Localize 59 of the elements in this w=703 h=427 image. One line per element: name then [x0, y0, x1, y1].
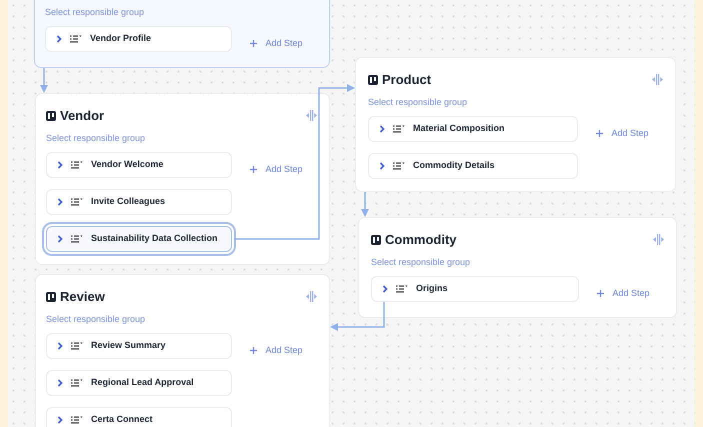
split-icon: [306, 291, 317, 302]
connector-arrow: [330, 302, 385, 331]
split-icon: [306, 110, 317, 122]
connector-arrow: [40, 68, 48, 93]
step-label: Certa Connect: [91, 413, 153, 426]
list-icon: [71, 342, 83, 350]
card-title: Vendor: [60, 107, 104, 125]
step-label: Origins: [416, 282, 448, 296]
board-icon: [46, 292, 56, 302]
step-item[interactable]: Vendor Welcome: [46, 152, 232, 178]
plus-icon: [597, 290, 604, 297]
split-icon: [653, 234, 664, 246]
plus-icon: [250, 347, 258, 354]
plus-icon: [250, 166, 258, 173]
step-label: Commodity Details: [413, 159, 495, 172]
chevron-icon: [382, 285, 388, 293]
step-label: Material Composition: [413, 122, 505, 136]
list-icon: [393, 162, 405, 170]
list-icon: [70, 35, 82, 43]
card-title: Commodity: [385, 231, 456, 249]
board-icon: [46, 111, 56, 121]
connector-arrow: [361, 192, 369, 217]
step-item[interactable]: Review Summary: [46, 333, 232, 359]
step-item[interactable]: Certa Connect: [46, 407, 232, 427]
step-label: Invite Colleagues: [91, 195, 166, 208]
chevron-icon: [57, 342, 63, 350]
chevron-icon: [57, 235, 63, 243]
step-item[interactable]: Regional Lead Approval: [46, 370, 232, 396]
step-item[interactable]: Origins: [371, 276, 579, 302]
list-icon: [71, 379, 83, 387]
chevron-icon: [57, 379, 63, 387]
split-icon: [652, 74, 663, 86]
step-item[interactable]: Invite Colleagues: [46, 189, 232, 215]
card-title: Review: [60, 288, 105, 306]
chevron-icon: [56, 35, 62, 43]
chevron-icon: [57, 416, 63, 424]
list-icon: [71, 198, 83, 206]
list-icon: [71, 235, 83, 243]
chevron-icon: [379, 125, 385, 133]
step-label: Review Summary: [91, 339, 166, 352]
board-icon: [371, 235, 381, 245]
step-item[interactable]: Material Composition: [368, 116, 578, 142]
step-label: Regional Lead Approval: [91, 376, 194, 390]
list-icon: [393, 125, 405, 133]
step-item[interactable]: Vendor Profile: [45, 26, 232, 52]
chevron-icon: [57, 161, 63, 169]
card-title: Product: [382, 71, 432, 89]
list-icon: [71, 161, 83, 169]
chevron-icon: [379, 162, 385, 170]
plus-icon: [250, 40, 258, 47]
chevron-icon: [57, 198, 63, 206]
step-label: Vendor Welcome: [91, 158, 164, 172]
step-item[interactable]: Commodity Details: [368, 153, 578, 179]
plus-icon: [596, 130, 604, 137]
step-label: Vendor Profile: [90, 32, 152, 46]
list-icon: [396, 285, 408, 293]
step-label: Sustainability Data Collection: [91, 232, 218, 246]
board-icon: [368, 75, 378, 85]
list-icon: [71, 416, 83, 424]
